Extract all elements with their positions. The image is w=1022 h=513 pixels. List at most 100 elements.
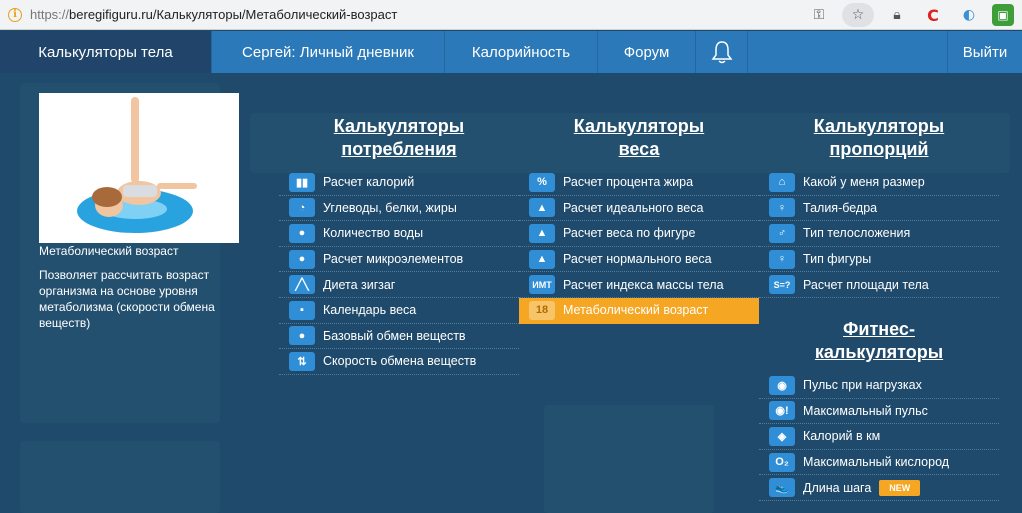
pills-icon: ● — [289, 249, 315, 269]
column-heading[interactable]: Фитнес-калькуляторы — [759, 318, 999, 364]
menu-item[interactable]: ⌂ Какой у меня размер — [759, 170, 999, 196]
site-navigation: Калькуляторы тела Сергей: Личный дневник… — [0, 31, 1022, 73]
menu-item[interactable]: ▪ Календарь веса — [279, 298, 519, 324]
preview-image — [39, 93, 239, 243]
green-extension-icon[interactable]: ▣ — [992, 4, 1014, 26]
percent-icon: % — [529, 172, 555, 192]
menu-item-label: Расчет веса по фигуре — [563, 226, 696, 241]
url-field[interactable]: https://beregifiguru.ru/Калькуляторы/Мет… — [30, 7, 397, 22]
hanger-icon: ⌂ — [769, 172, 795, 192]
menu-item[interactable]: ╱╲ Диета зигзаг — [279, 272, 519, 298]
menu-item[interactable]: ♀ Тип фигуры — [759, 247, 999, 273]
menu-item[interactable]: ◉! Максимальный пульс — [759, 399, 999, 425]
s-formula-icon: S=? — [769, 275, 795, 295]
menu-item[interactable]: 👟 Длина шага NEW — [759, 475, 999, 501]
menu-item-label: Диета зигзаг — [323, 277, 396, 292]
menu-item[interactable]: ♂ Тип телосложения — [759, 221, 999, 247]
nav-calories[interactable]: Калорийность — [445, 31, 598, 73]
menu-item[interactable]: ● Базовый обмен веществ — [279, 324, 519, 350]
weight-figure-icon: ▲ — [529, 223, 555, 243]
menu-item-label: Календарь веса — [323, 303, 417, 318]
nav-body-calculators[interactable]: Калькуляторы тела — [0, 31, 212, 73]
notifications-bell-icon[interactable] — [696, 31, 748, 73]
menu-item-label: Количество воды — [323, 226, 424, 241]
column-heading[interactable]: Калькуляторы веса — [519, 115, 759, 161]
url-path: beregifiguru.ru/Калькуляторы/Метаболичес… — [69, 7, 398, 22]
weight-icon: ▲ — [529, 198, 555, 218]
menu-item[interactable]: ● Количество воды — [279, 221, 519, 247]
preview-description: Позволяет рассчитать возраст организма н… — [39, 268, 215, 330]
menu-item-label: Максимальный кислород — [803, 455, 950, 470]
menu-item[interactable]: ♀ Талия-бедра — [759, 196, 999, 222]
body-type-icon: ♂ — [769, 223, 795, 243]
menu-item-label: Какой у меня размер — [803, 175, 925, 190]
menu-item-label: Расчет индекса массы тела — [563, 277, 724, 292]
menu-item[interactable]: ◔ Углеводы, белки, жиры — [279, 196, 519, 222]
menu-item-label: Расчет микроэлементов — [323, 252, 464, 267]
drop-icon[interactable]: ◐ — [956, 3, 982, 27]
menu-item-label: Тип фигуры — [803, 252, 872, 267]
oxygen-icon: O₂ — [769, 452, 795, 472]
menu-item[interactable]: O₂ Максимальный кислород — [759, 450, 999, 476]
info-icon[interactable]: i — [8, 7, 22, 22]
menu-item[interactable]: ▲ Расчет нормального веса — [519, 247, 759, 273]
age-18-icon: 18 — [529, 300, 555, 320]
menu-item-label: Пульс при нагрузках — [803, 378, 922, 393]
calculator-list: ◉ Пульс при нагрузках ◉! Максимальный пульс… — [759, 373, 999, 501]
column-heading[interactable]: Калькуляторы пропорций — [759, 115, 999, 161]
menu-item-label: Расчет нормального веса — [563, 252, 712, 267]
pulse-icon: ◉ — [769, 375, 795, 395]
menu-item-label: Талия-бедра — [803, 200, 878, 215]
calculator-list: ▮▮ Расчет калорий ◔ Углеводы, белки, жиры ● К… — [279, 170, 519, 375]
column-heading[interactable]: Калькуляторы потребления — [279, 115, 519, 161]
background-card — [544, 405, 714, 513]
weight-normal-icon: ▲ — [529, 249, 555, 269]
menu-item-label: Расчет процента жира — [563, 175, 694, 190]
menu-item[interactable]: S=? Расчет площади тела — [759, 272, 999, 298]
calculator-list: ⌂ Какой у меня размер ♀ Талия-бедра ♂ Тип тел… — [759, 170, 999, 298]
new-badge: NEW — [879, 479, 921, 496]
menu-item-label: Метаболический возраст — [563, 303, 709, 318]
menu-item-label: Базовый обмен веществ — [323, 328, 466, 343]
menu-item-label: Калорий в км — [803, 429, 881, 444]
figure-type-icon: ♀ — [769, 249, 795, 269]
zigzag-icon: ╱╲ — [289, 275, 315, 295]
menu-item-label: Расчет идеального веса — [563, 200, 704, 215]
menu-item[interactable]: ▲ Расчет веса по фигуре — [519, 221, 759, 247]
column-weight: Калькуляторы веса % Расчет процента жира ▲ Р… — [519, 115, 759, 324]
menu-item-label: Расчет площади тела — [803, 277, 929, 292]
figure-icon: ♀ — [769, 198, 795, 218]
star-icon[interactable]: ☆ — [842, 3, 874, 27]
menu-item[interactable]: ИМТ Расчет индекса массы тела — [519, 272, 759, 298]
menu-item-label: Расчет калорий — [323, 175, 415, 190]
menu-item-label: Углеводы, белки, жиры — [323, 200, 457, 215]
menu-item[interactable]: ⇅ Скорость обмена веществ — [279, 349, 519, 375]
menu-item-label: Скорость обмена веществ — [323, 354, 477, 369]
logout-button[interactable]: Выйти — [948, 31, 1022, 73]
menu-item[interactable]: 18 Метаболический возраст — [519, 297, 759, 324]
menu-item[interactable]: ▲ Расчет идеального веса — [519, 196, 759, 222]
menu-item[interactable]: ◉ Пульс при нагрузках — [759, 373, 999, 399]
bmi-icon: ИМТ — [529, 275, 555, 295]
c-extension-icon[interactable]: C — [920, 3, 946, 27]
calculator-list: % Расчет процента жира ▲ Расчет идеального … — [519, 170, 759, 324]
arrows-icon: ⇅ — [289, 351, 315, 371]
preview-title: Метаболический возраст — [39, 244, 179, 258]
menu-item[interactable]: ◈ Калорий в км — [759, 424, 999, 450]
chart-icon: ▮▮ — [289, 172, 315, 192]
calculators-dropdown-panel: Метаболический возраст Позволяет рассчит… — [0, 73, 1022, 513]
calendar-icon: ▪ — [289, 300, 315, 320]
drop-icon: ● — [289, 223, 315, 243]
nav-forum[interactable]: Форум — [598, 31, 696, 73]
menu-item[interactable]: ▮▮ Расчет калорий — [279, 170, 519, 196]
key-icon[interactable]: ⚿ — [806, 3, 832, 27]
browser-address-bar: i https://beregifiguru.ru/Калькуляторы/М… — [0, 0, 1022, 30]
menu-item-label: Тип телосложения — [803, 226, 911, 241]
pie-icon: ◔ — [289, 198, 315, 218]
column-consumption: Калькуляторы потребления ▮▮ Расчет калорий… — [279, 115, 519, 375]
lock-icon[interactable]: 🔒︎ — [884, 3, 910, 27]
menu-item-label: Длина шага — [803, 480, 872, 495]
nav-personal-diary[interactable]: Сергей: Личный дневник — [212, 31, 445, 73]
menu-item[interactable]: ● Расчет микроэлементов — [279, 247, 519, 273]
menu-item[interactable]: % Расчет процента жира — [519, 170, 759, 196]
